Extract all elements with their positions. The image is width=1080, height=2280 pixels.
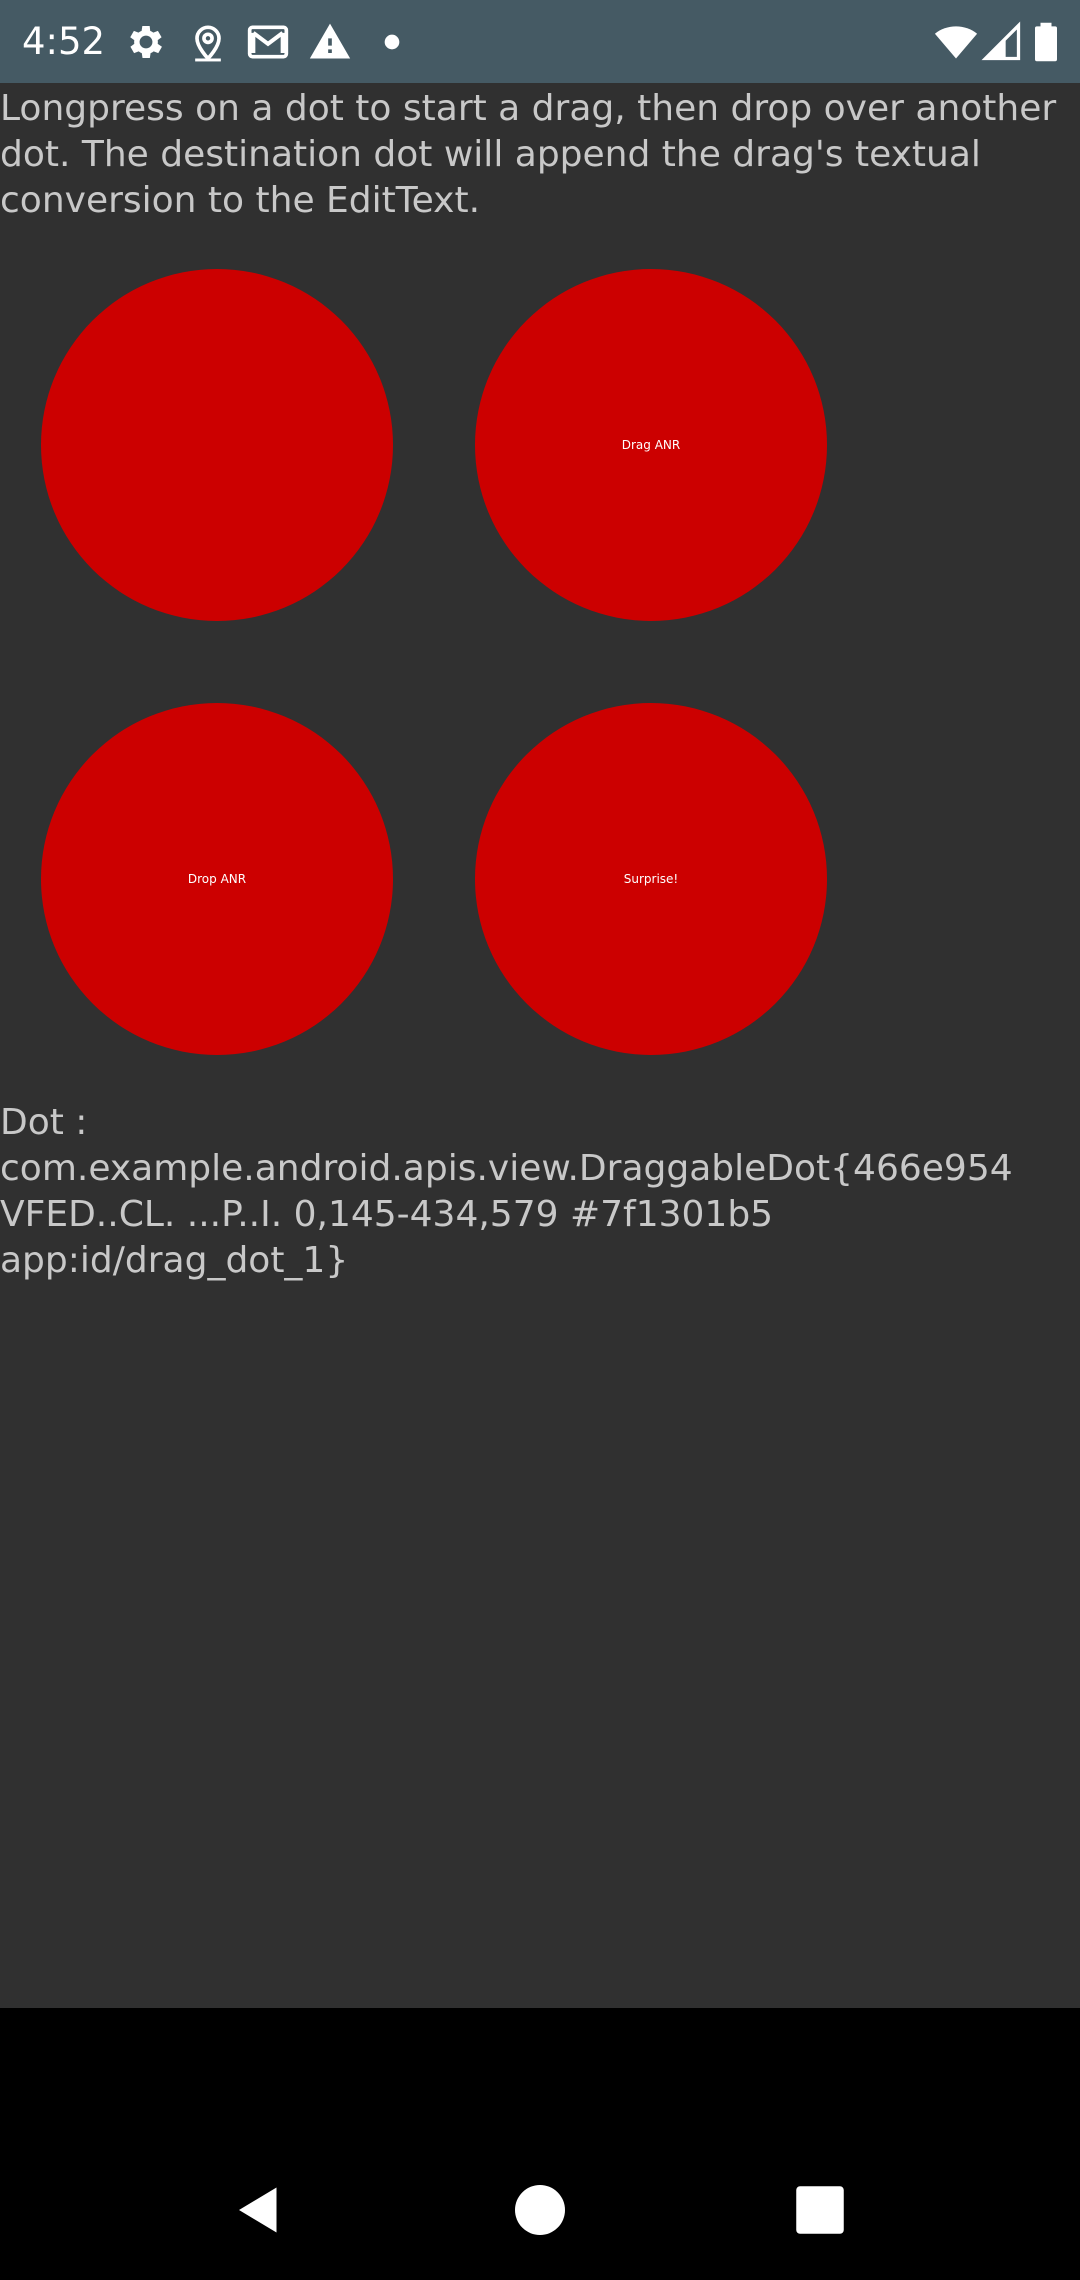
navigation-bar — [0, 2008, 1080, 2280]
drag-dot-1[interactable] — [41, 269, 393, 621]
drag-dot-drag-anr[interactable]: Drag ANR — [475, 269, 827, 621]
recents-icon[interactable] — [790, 2180, 850, 2240]
dot-label: Drag ANR — [621, 438, 681, 452]
cell-signal-icon — [980, 20, 1024, 64]
dot-label: Drop ANR — [187, 872, 247, 886]
instructions-text: Longpress on a dot to start a drag, then… — [0, 88, 1057, 221]
dot-icon — [370, 20, 414, 64]
wifi-icon — [934, 20, 978, 64]
warning-icon — [308, 20, 352, 64]
status-bar: 4:52 — [0, 0, 1080, 83]
settings-icon — [124, 20, 168, 64]
gmail-icon — [246, 20, 290, 64]
location-icon — [186, 20, 230, 64]
dot-label: Surprise! — [623, 872, 679, 886]
back-icon[interactable] — [229, 2180, 289, 2240]
drag-dot-surprise[interactable]: Surprise! — [475, 703, 827, 1055]
home-icon[interactable] — [510, 2180, 570, 2240]
status-time: 4:52 — [22, 20, 106, 63]
app-screen: 4:52 Longpress on a dot to start a drag,… — [0, 0, 1080, 2280]
drop-result-text[interactable]: Dot : com.example.android.apis.view.Drag… — [0, 1100, 1080, 1284]
drag-dot-drop-anr[interactable]: Drop ANR — [41, 703, 393, 1055]
battery-icon — [1024, 20, 1068, 64]
